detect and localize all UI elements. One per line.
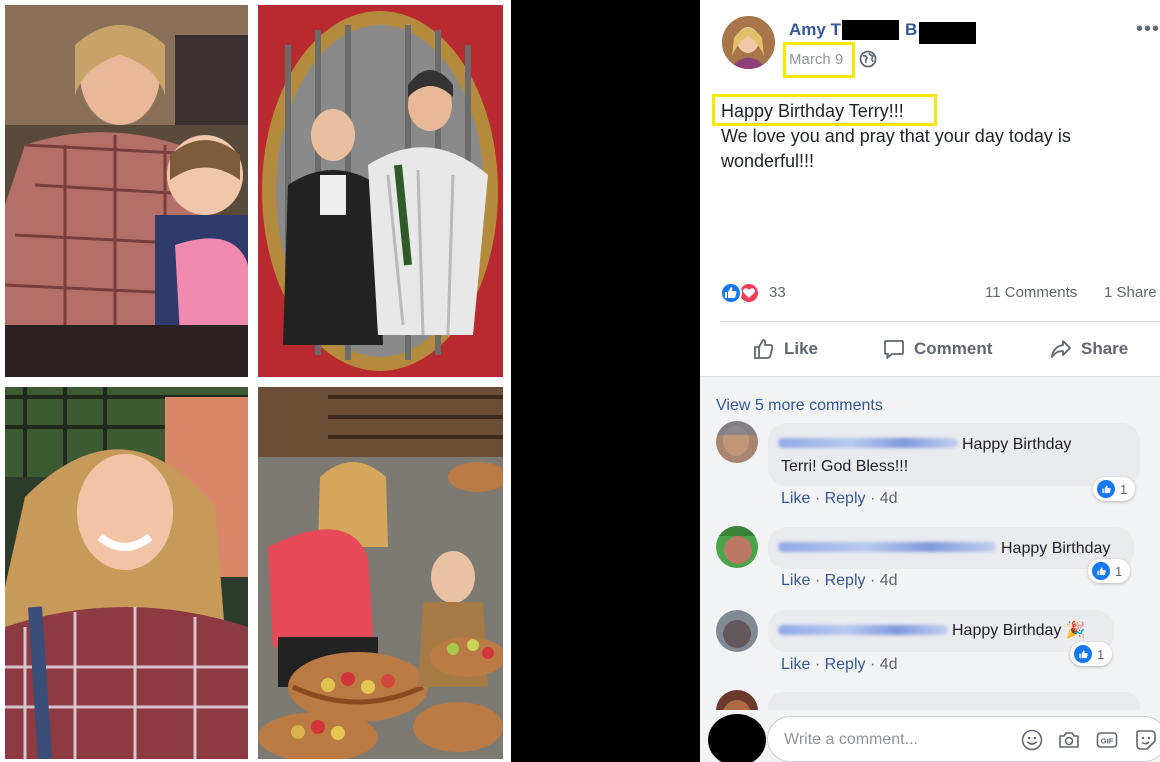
redaction-box bbox=[919, 22, 976, 44]
view-more-comments-link[interactable]: View 5 more comments bbox=[716, 397, 883, 415]
comment-button[interactable]: Comment bbox=[882, 334, 992, 364]
svg-text:GIF: GIF bbox=[1101, 737, 1114, 746]
separator: · bbox=[814, 656, 825, 673]
separator: · bbox=[814, 572, 825, 589]
facebook-post-panel: Amy T B March 9 ••• Happy Birthday Terry… bbox=[700, 0, 1160, 762]
comment-text-continued: Terri! God Bless!!! bbox=[781, 458, 909, 475]
comment-timestamp[interactable]: 4d bbox=[880, 490, 898, 507]
more-options-icon[interactable]: ••• bbox=[1136, 18, 1160, 41]
author-initial[interactable]: B bbox=[905, 20, 917, 40]
like-reaction-icon bbox=[1097, 480, 1115, 498]
comment-actions: Like · Reply · 4d bbox=[781, 572, 898, 590]
thumbs-up-icon bbox=[754, 339, 774, 359]
like-button[interactable]: Like bbox=[752, 334, 818, 364]
commenter-avatar[interactable] bbox=[716, 610, 758, 652]
share-button[interactable]: Share bbox=[1049, 334, 1128, 364]
redaction-box bbox=[842, 20, 899, 40]
current-user-avatar[interactable] bbox=[708, 714, 766, 762]
comment-bubble-icon bbox=[884, 340, 904, 359]
comment-reply-link[interactable]: Reply bbox=[825, 656, 866, 673]
comment-like-link[interactable]: Like bbox=[781, 490, 810, 507]
like-reaction-icon bbox=[720, 282, 742, 304]
author-avatar[interactable] bbox=[722, 16, 775, 69]
reaction-count[interactable]: 33 bbox=[769, 284, 786, 301]
comment-actions: Like · Reply · 4d bbox=[781, 490, 898, 508]
post-text-line2: We love you and pray that your day today… bbox=[721, 126, 1071, 171]
comment-like-link[interactable]: Like bbox=[781, 656, 810, 673]
screenshot-root: Amy T B March 9 ••• Happy Birthday Terry… bbox=[0, 0, 1160, 762]
comments-count[interactable]: 11 Comments bbox=[985, 284, 1077, 301]
comment-button-label: Comment bbox=[914, 339, 993, 358]
author-first-name[interactable]: Amy T bbox=[789, 20, 841, 39]
shares-count[interactable]: 1 Share bbox=[1104, 284, 1157, 301]
blurred-commenter-name bbox=[778, 438, 958, 448]
comment-actions: Like · Reply · 4d bbox=[781, 656, 898, 674]
photo-lincoln-cutout[interactable] bbox=[258, 5, 503, 377]
comment-placeholder: Write a comment... bbox=[784, 731, 918, 748]
photo-woman-with-child[interactable] bbox=[5, 5, 248, 377]
separator: · bbox=[869, 490, 880, 507]
separator: · bbox=[814, 490, 825, 507]
comment-timestamp[interactable]: 4d bbox=[880, 572, 898, 589]
emoji-icon[interactable] bbox=[1020, 728, 1044, 752]
photo-woman-smiling[interactable] bbox=[5, 387, 248, 759]
like-reaction-icon bbox=[1074, 645, 1092, 663]
gif-icon[interactable]: GIF bbox=[1095, 728, 1119, 752]
comment-reply-link[interactable]: Reply bbox=[825, 572, 866, 589]
comment-like-count[interactable]: 1 bbox=[1088, 559, 1131, 583]
post-text-line1: Happy Birthday Terry!!! bbox=[721, 101, 904, 121]
camera-icon[interactable] bbox=[1057, 728, 1081, 752]
photo-apple-orchard[interactable] bbox=[258, 387, 503, 759]
post-date[interactable]: March 9 bbox=[789, 51, 843, 68]
comment-reply-link[interactable]: Reply bbox=[825, 490, 866, 507]
share-button-label: Share bbox=[1081, 339, 1129, 358]
photo-collage bbox=[0, 0, 511, 762]
comment-timestamp[interactable]: 4d bbox=[880, 656, 898, 673]
blurred-commenter-name bbox=[778, 625, 948, 635]
author-name[interactable]: Amy T bbox=[789, 20, 841, 40]
separator: · bbox=[869, 572, 880, 589]
blurred-commenter-name bbox=[778, 542, 996, 552]
comment-like-link[interactable]: Like bbox=[781, 572, 810, 589]
divider bbox=[720, 321, 1160, 322]
like-count: 1 bbox=[1115, 563, 1123, 579]
like-count: 1 bbox=[1097, 646, 1105, 662]
commenter-avatar[interactable] bbox=[716, 421, 758, 463]
like-reaction-icon bbox=[1092, 562, 1110, 580]
like-count: 1 bbox=[1120, 481, 1128, 497]
comment-like-count[interactable]: 1 bbox=[1093, 477, 1136, 501]
comment-text: Happy Birthday bbox=[1001, 540, 1111, 557]
comment-text: Happy Birthday 🎉 bbox=[952, 622, 1086, 639]
share-arrow-icon bbox=[1051, 340, 1071, 358]
globe-icon bbox=[859, 50, 877, 68]
comment-text: Happy Birthday bbox=[962, 436, 1072, 453]
sticker-icon[interactable] bbox=[1134, 728, 1158, 752]
post-header: Amy T B March 9 ••• bbox=[700, 0, 1160, 80]
comment-like-count[interactable]: 1 bbox=[1070, 642, 1113, 666]
like-button-label: Like bbox=[784, 339, 819, 358]
commenter-avatar[interactable] bbox=[716, 526, 758, 568]
separator: · bbox=[869, 656, 880, 673]
post-body: Happy Birthday Terry!!! We love you and … bbox=[721, 99, 1141, 174]
